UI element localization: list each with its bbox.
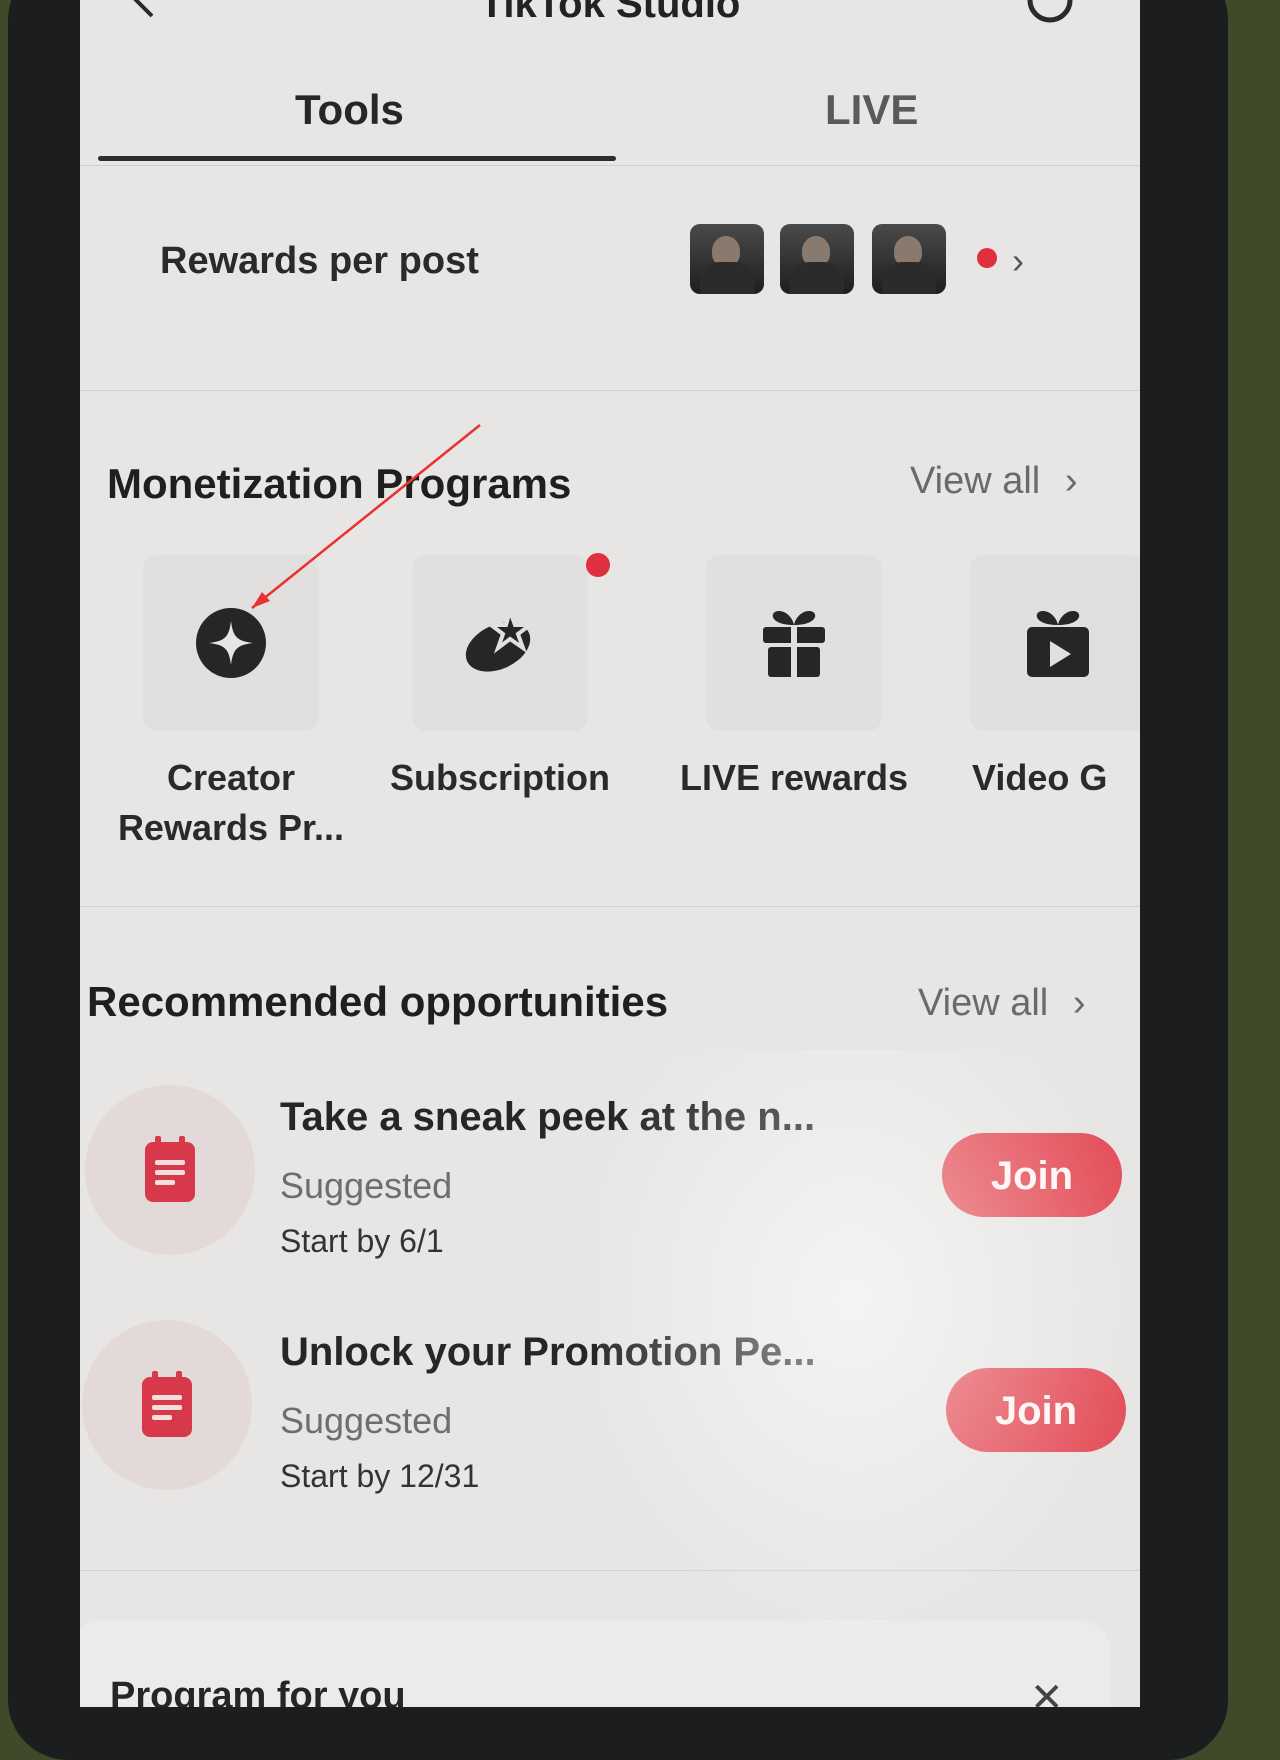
opportunity-item[interactable]: Take a sneak peek at the n... Suggested … xyxy=(80,1085,1140,1285)
program-for-you-title: Program for you xyxy=(110,1675,406,1707)
opportunity-title: Take a sneak peek at the n... xyxy=(280,1095,816,1139)
recommended-header: Recommended opportunities View all › xyxy=(80,970,1140,1040)
opportunity-start-date: Start by 12/31 xyxy=(280,1458,480,1494)
opportunity-status: Suggested xyxy=(280,1400,453,1441)
phone-screen: TikTok Studio Tools LIVE Rewards per pos… xyxy=(80,0,1140,1707)
view-all-label: View all xyxy=(918,982,1049,1024)
annotation-arrow xyxy=(251,424,481,609)
program-for-you-card: Program for you ✕ xyxy=(80,1620,1110,1707)
divider xyxy=(80,1570,1140,1571)
opportunity-title: Unlock your Promotion Pe... xyxy=(280,1330,816,1374)
close-icon[interactable]: ✕ xyxy=(1030,1675,1064,1707)
divider xyxy=(80,906,1140,907)
opportunity-status: Suggested xyxy=(280,1165,453,1206)
join-button[interactable]: Join xyxy=(946,1368,1126,1452)
clipboard-icon xyxy=(145,1136,195,1202)
opportunity-avatar xyxy=(82,1320,252,1490)
opportunity-start-date: Start by 6/1 xyxy=(280,1223,444,1259)
recommended-view-all[interactable]: View all › xyxy=(918,982,1085,1025)
chevron-right-icon: › xyxy=(1072,982,1086,1024)
opportunity-avatar xyxy=(85,1085,255,1255)
recommended-title: Recommended opportunities xyxy=(87,978,669,1025)
opportunity-item[interactable]: Unlock your Promotion Pe... Suggested St… xyxy=(80,1320,1140,1520)
join-button[interactable]: Join xyxy=(942,1133,1122,1217)
clipboard-icon xyxy=(142,1371,192,1437)
